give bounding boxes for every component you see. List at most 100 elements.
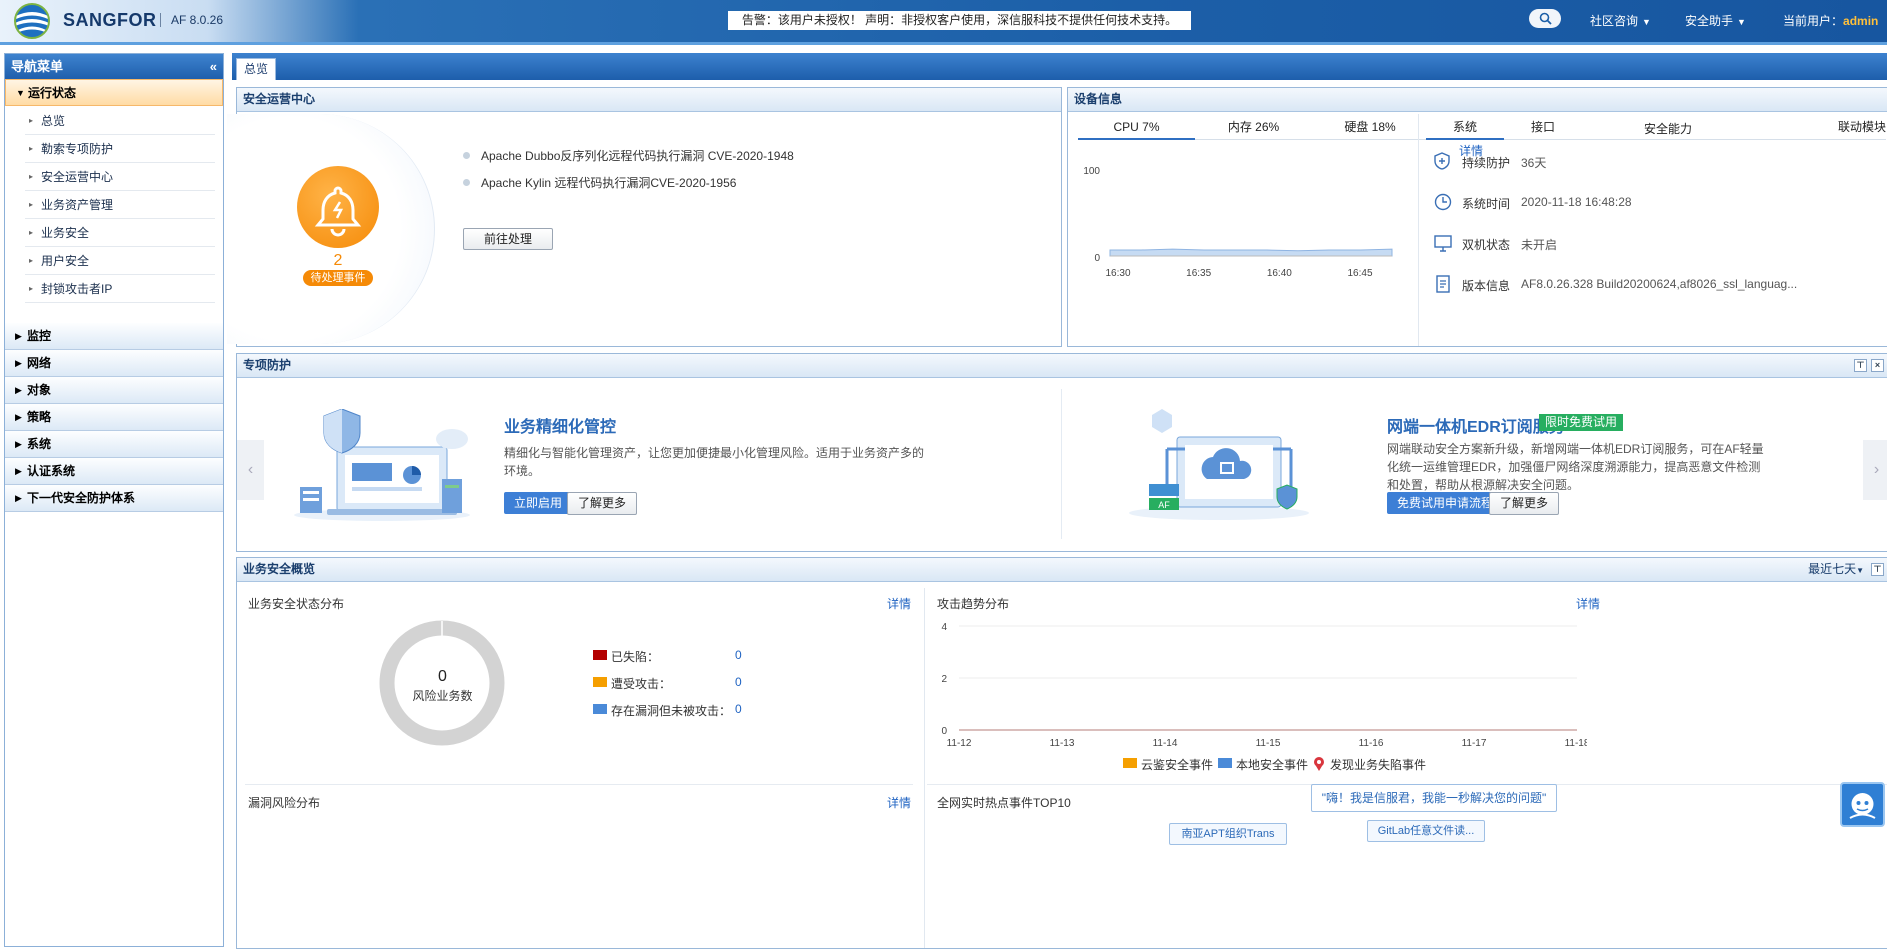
sidebar-item-user-security[interactable]: ▸ 用户安全 — [25, 247, 215, 275]
donut-label: 风险业务数 — [412, 689, 473, 703]
device-info-panel: 设备信息 CPU 7% 内存 26% 硬盘 18% 详情 100 0 16:30… — [1067, 87, 1887, 347]
card2-desc: 网端联动安全方案新升级，新增网端一体机EDR订阅服务，可在AF轻量化统一运维管理… — [1387, 442, 1764, 492]
chatbot-greeting[interactable]: "嗨！我是信服君，我能一秒解决您的问题" — [1311, 784, 1557, 812]
nav-group-ngfw[interactable]: ▶ 下一代安全防护体系 — [5, 485, 223, 512]
special-protection-panel: 专项防护 ⊤ × ‹ 业务精细化管控 精细化与智能化管理资产，让您更加便捷最小化… — [236, 353, 1887, 552]
nav-group-label: 网络 — [27, 356, 52, 370]
x-tick-label: 11-15 — [1256, 738, 1281, 749]
tab-overview[interactable]: 总览 — [236, 58, 276, 80]
sidebar-item-overview[interactable]: ▸ 总览 — [25, 107, 215, 135]
tab-bar: 总览 — [232, 53, 1887, 80]
x-tick-label: 11-13 — [1050, 738, 1075, 749]
card1-desc: 精细化与智能化管理资产，让您更加便捷最小化管理风险。适用于业务资产多的环境。 — [504, 446, 925, 478]
caret-right-icon: ▶ — [15, 331, 22, 341]
asset-control-illustration — [294, 409, 470, 521]
info-row: 系统时间 2020-11-18 16:48:28 — [1434, 193, 1886, 234]
x-tick-label: 16:45 — [1347, 268, 1372, 279]
sidebar-item-block-attacker-ip[interactable]: ▸ 封锁攻击者IP — [25, 275, 215, 303]
x-tick-label: 16:40 — [1267, 268, 1292, 279]
global-search-button[interactable] — [1529, 9, 1561, 28]
legend-swatch — [593, 677, 607, 687]
go-handle-button[interactable]: 前往处理 — [463, 228, 553, 250]
list-item[interactable]: Apache Kylin 远程代码执行漏洞CVE-2020-1956 — [463, 175, 794, 202]
carousel-next-button[interactable]: › — [1863, 440, 1887, 500]
assistant-menu-label: 安全助手 — [1685, 14, 1734, 28]
nav-group-label: 策略 — [27, 410, 52, 424]
legend-value[interactable]: 0 — [735, 675, 742, 689]
nav-sidebar: 导航菜单 « ▼ 运行状态 ▸ 总览 ▸ 勒索专项防护 ▸ 安全运营中心 ▸ 业务资产管理… — [4, 53, 224, 947]
tab-memory[interactable]: 内存 26% — [1195, 118, 1312, 140]
sidebar-item-soc[interactable]: ▸ 安全运营中心 — [25, 163, 215, 191]
pin-icon[interactable]: ⊤ — [1871, 563, 1884, 576]
sidebar-item-label: 业务安全 — [41, 226, 90, 240]
nav-menu-header: 导航菜单 « — [5, 54, 223, 79]
current-user[interactable]: 当前用户：admin — [1783, 12, 1878, 29]
community-menu[interactable]: 社区咨询 ▼ — [1590, 12, 1651, 29]
nav-group-network[interactable]: ▶ 网络 — [5, 350, 223, 377]
caret-right-icon: ▸ — [29, 172, 34, 181]
sidebar-item-label: 业务资产管理 — [41, 198, 114, 212]
legend-value[interactable]: 0 — [735, 702, 742, 716]
nav-group-system[interactable]: ▶ 系统 — [5, 431, 223, 458]
carousel-prev-button[interactable]: ‹ — [237, 440, 264, 500]
sidebar-item-ransomware[interactable]: ▸ 勒索专项防护 — [25, 135, 215, 163]
hot-event-tag[interactable]: GitLab任意文件读... — [1367, 820, 1485, 842]
sangfor-logo — [14, 3, 50, 39]
divider — [924, 588, 925, 948]
collapse-sidebar-icon[interactable]: « — [210, 54, 217, 79]
tab-disk[interactable]: 硬盘 18% — [1312, 118, 1428, 140]
nav-group-running-status[interactable]: ▼ 运行状态 — [5, 79, 223, 106]
legend-label: 发现业务失陷事件 — [1330, 758, 1427, 772]
soc-panel: 安全运营中心 2 待处理事件 Apache Dubbo反序列化远程代码执行漏洞 … — [227, 87, 1062, 347]
hot-event-tag[interactable]: 南亚APT组织Trans — [1169, 823, 1287, 845]
nav-group-label: 认证系统 — [27, 464, 76, 478]
status-legend: 已失陷： 0 遭受攻击： 0 存在漏洞但未被攻击： 0 — [593, 648, 753, 729]
list-item[interactable]: Apache Dubbo反序列化远程代码执行漏洞 CVE-2020-1948 — [463, 148, 794, 175]
vuln-detail-link[interactable]: 详情 — [887, 794, 911, 811]
donut-count: 0 — [438, 668, 447, 685]
nav-group-policy[interactable]: ▶ 策略 — [5, 404, 223, 431]
tab-interface[interactable]: 接口 — [1504, 118, 1582, 140]
tab-cpu[interactable]: CPU 7% — [1078, 118, 1195, 140]
learn-more-button[interactable]: 了解更多 — [567, 492, 638, 515]
assistant-menu[interactable]: 安全助手 ▼ — [1685, 12, 1746, 29]
metric-tabs: CPU 7% 内存 26% 硬盘 18% — [1078, 118, 1428, 140]
legend-value[interactable]: 0 — [735, 648, 742, 662]
time-range-select[interactable]: 最近七天▼ — [1808, 558, 1864, 582]
info-row: 双机状态 未开启 — [1434, 234, 1886, 275]
tab-linkage-module[interactable]: 联动模块 — [1726, 118, 1886, 140]
legend-swatch — [1218, 758, 1232, 768]
legend-item: 存在漏洞但未被攻击： 0 — [593, 702, 753, 729]
legend-item: 已失陷： 0 — [593, 648, 753, 675]
nav-group-monitor[interactable]: ▶ 监控 — [5, 323, 223, 350]
x-axis-ticks: 16:30 16:35 16:40 16:45 — [1105, 268, 1372, 279]
sidebar-item-asset-management[interactable]: ▸ 业务资产管理 — [25, 191, 215, 219]
pin-icon[interactable]: ⊤ — [1854, 359, 1867, 372]
chevron-down-icon: ▼ — [1856, 566, 1864, 575]
cpu-series — [1109, 248, 1393, 257]
product-version: AF 8.0.26 — [160, 13, 223, 27]
current-user-label: 当前用户： — [1783, 14, 1844, 28]
status-detail-link[interactable]: 详情 — [887, 595, 911, 612]
caret-down-icon: ▼ — [16, 88, 25, 98]
chatbot-button[interactable] — [1840, 782, 1885, 827]
learn-more-button[interactable]: 了解更多 — [1489, 492, 1560, 515]
tab-system[interactable]: 系统 — [1426, 118, 1504, 140]
enable-now-button[interactable]: 立即启用 — [504, 492, 573, 514]
y-tick-label: 4 — [941, 622, 947, 633]
caret-right-icon: ▸ — [29, 228, 34, 237]
trend-detail-link[interactable]: 详情 — [1576, 595, 1600, 612]
monitor-icon — [1434, 235, 1452, 252]
free-trial-apply-button[interactable]: 免费试用申请流程 — [1387, 492, 1504, 514]
nav-group-objects[interactable]: ▶ 对象 — [5, 377, 223, 404]
status-distribution-title: 业务安全状态分布 — [248, 597, 345, 611]
caret-right-icon: ▸ — [29, 116, 34, 125]
sidebar-item-business-security[interactable]: ▸ 业务安全 — [25, 219, 215, 247]
nav-group-auth[interactable]: ▶ 认证系统 — [5, 458, 223, 485]
info-row: 版本信息 AF8.0.26.328 Build20200624,af8026_s… — [1434, 275, 1886, 316]
caret-right-icon: ▸ — [29, 144, 34, 153]
tab-security-capability[interactable]: 安全能力 — [1618, 120, 1718, 140]
close-icon[interactable]: × — [1871, 359, 1884, 372]
pending-count[interactable]: 2 — [297, 252, 379, 270]
caret-right-icon: ▸ — [29, 200, 34, 209]
